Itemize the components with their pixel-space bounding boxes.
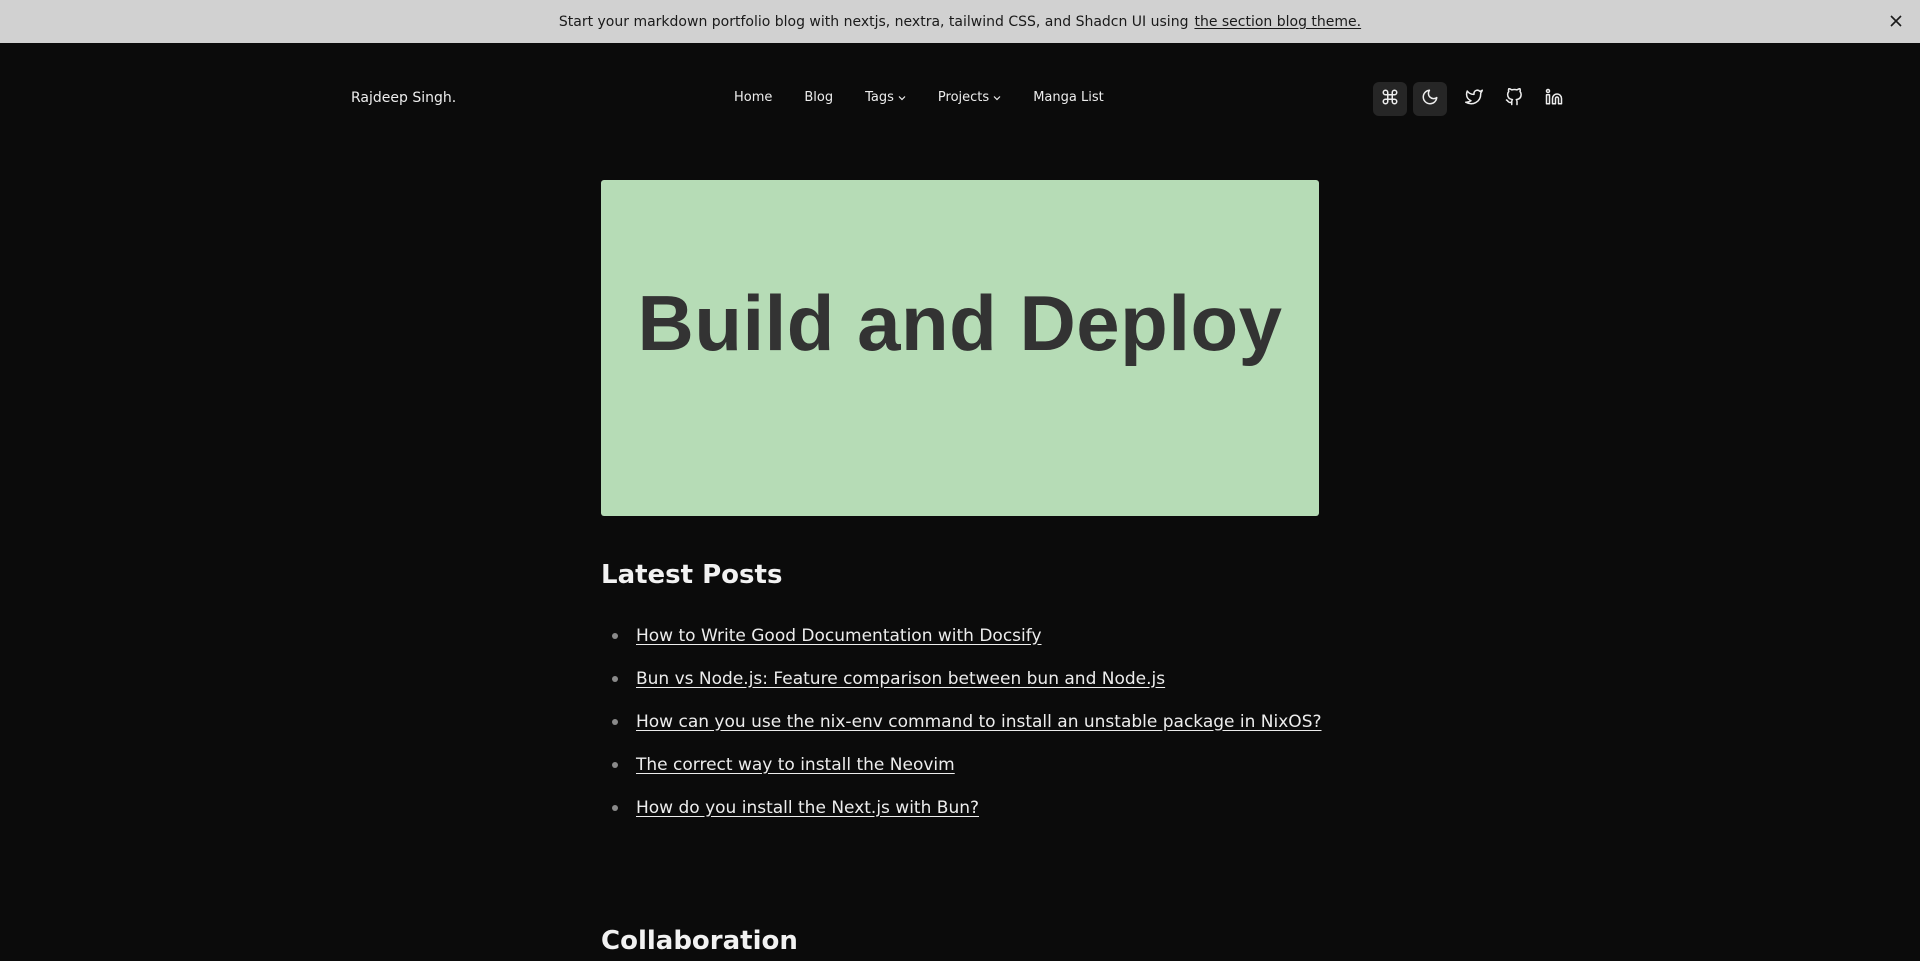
nav-projects-label: Projects [937,90,990,105]
moon-icon [1421,88,1439,110]
post-link[interactable]: The correct way to install the Neovim [636,755,955,775]
bullet [612,632,618,639]
close-icon[interactable] [1886,11,1906,31]
main-nav: Home Blog Tags Projects Manga List [734,90,1104,105]
list-item: How can you use the nix-env command to i… [601,700,1361,743]
nav-home[interactable]: Home [734,90,772,105]
nav-home-label: Home [734,90,773,105]
list-item: The correct way to install the Neovim [601,743,1361,786]
twitter-icon [1465,88,1483,110]
post-link[interactable]: How can you use the nix-env command to i… [636,712,1322,732]
nav-projects[interactable]: Projects [938,90,1001,105]
site-header: Rajdeep Singh. Home Blog Tags Projects M… [0,43,1920,155]
latest-posts-list: How to Write Good Documentation with Doc… [601,614,1361,829]
hero-banner: Build and Deploy [601,180,1319,516]
github-icon [1505,87,1523,110]
bullet [612,718,618,725]
nav-manga-list-label: Manga List [1033,90,1104,105]
header-actions [1373,82,1569,116]
command-icon [1381,88,1399,110]
post-link[interactable]: How do you install the Next.js with Bun? [636,798,979,818]
command-menu-button[interactable] [1373,82,1407,116]
twitter-link[interactable] [1459,82,1489,116]
list-item: How do you install the Next.js with Bun? [601,786,1361,829]
collaboration-heading: Collaboration [601,926,798,956]
nav-manga-list[interactable]: Manga List [1033,90,1104,105]
chevron-down-icon [898,95,906,101]
bullet [612,761,618,768]
latest-posts-heading: Latest Posts [601,560,783,590]
linkedin-icon [1545,88,1563,110]
theme-toggle-button[interactable] [1413,82,1447,116]
bullet [612,675,618,682]
github-link[interactable] [1499,82,1529,116]
post-link[interactable]: Bun vs Node.js: Feature comparison betwe… [636,669,1165,689]
bullet [612,804,618,811]
site-brand[interactable]: Rajdeep Singh. [351,90,456,106]
hero-title: Build and Deploy [637,278,1283,367]
list-item: Bun vs Node.js: Feature comparison betwe… [601,657,1361,700]
list-item: How to Write Good Documentation with Doc… [601,614,1361,657]
post-link[interactable]: How to Write Good Documentation with Doc… [636,626,1042,646]
banner-text: Start your markdown portfolio blog with … [558,13,1189,30]
banner-link[interactable]: the section blog theme. [1194,14,1361,30]
announcement-banner: Start your markdown portfolio blog with … [0,0,1920,43]
chevron-down-icon [993,95,1001,101]
nav-blog-label: Blog [804,90,834,105]
nav-tags[interactable]: Tags [865,90,906,105]
nav-tags-label: Tags [865,90,894,105]
linkedin-link[interactable] [1539,82,1569,116]
nav-blog[interactable]: Blog [804,90,833,105]
